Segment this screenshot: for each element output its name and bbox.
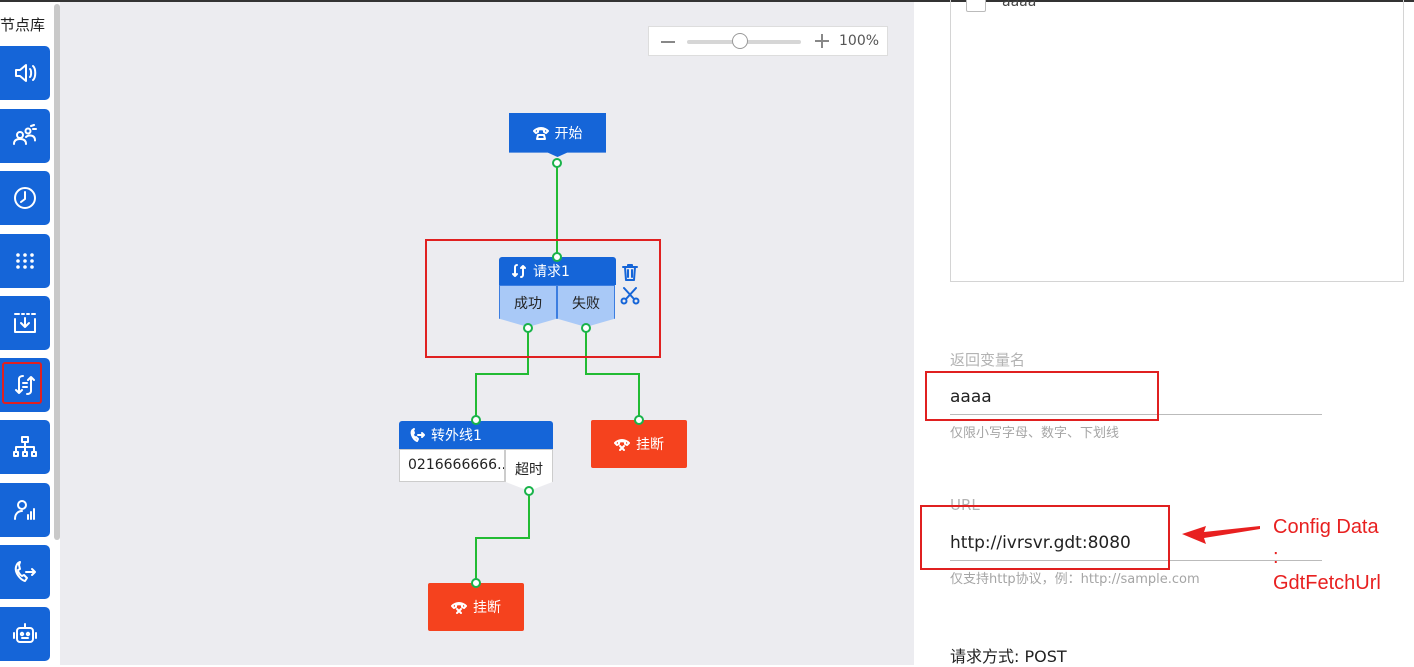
hangup-node-bottom[interactable]: 挂断 — [428, 583, 524, 631]
success-output-port[interactable] — [523, 323, 533, 333]
hangup-icon — [451, 602, 467, 614]
variable-checkbox[interactable] — [966, 0, 986, 12]
request-icon — [512, 264, 526, 278]
hangup-bottom-label: 挂断 — [473, 600, 501, 616]
cut-node-button[interactable] — [620, 286, 640, 306]
phone-icon — [532, 127, 549, 140]
timeout-branch-port[interactable]: 超时 — [505, 449, 553, 491]
annotation-line-3: GdtFetchUrl — [1273, 572, 1381, 594]
return-var-hint: 仅限小写字母、数字、下划线 — [950, 426, 1120, 441]
transfer-number: 0216666666... — [399, 449, 505, 482]
hangup-bottom-input-port[interactable] — [471, 578, 481, 588]
hangup-right-label: 挂断 — [636, 437, 664, 453]
variable-checkbox-label: aaaa — [1002, 0, 1037, 10]
success-branch-port[interactable]: 成功 — [499, 285, 557, 327]
request-input-port[interactable] — [552, 252, 562, 262]
transfer-node[interactable]: 转外线1 0216666666... 超时 — [399, 421, 553, 491]
transfer-input-port[interactable] — [471, 415, 481, 425]
variable-list-box[interactable] — [950, 0, 1404, 282]
scissors-icon — [620, 287, 640, 305]
annotation-line-1: Config Data — [1273, 516, 1379, 538]
start-node[interactable]: 开始 — [509, 113, 606, 157]
hangup-right-input-port[interactable] — [634, 415, 644, 425]
hangup-icon — [614, 439, 630, 451]
return-var-label: 返回变量名 — [950, 351, 1026, 369]
hangup-node-right[interactable]: 挂断 — [591, 420, 687, 468]
request-node-label: 请求1 — [533, 264, 570, 280]
request-method: 请求方式: POST — [950, 647, 1067, 666]
delete-node-button[interactable] — [620, 262, 640, 282]
url-highlight — [920, 505, 1170, 570]
annotation-line-2: : — [1273, 546, 1279, 568]
request-node[interactable]: 请求1 成功 失败 — [499, 257, 616, 327]
connector-timeout-hangup — [475, 491, 530, 583]
annotation-arrow-icon — [1182, 526, 1260, 544]
call-transfer-icon — [410, 428, 425, 442]
fail-output-port[interactable] — [581, 323, 591, 333]
transfer-node-label: 转外线1 — [431, 428, 482, 444]
trash-icon — [622, 264, 638, 281]
fail-branch-port[interactable]: 失败 — [557, 285, 615, 327]
start-node-label: 开始 — [554, 126, 583, 142]
timeout-output-port[interactable] — [524, 486, 534, 496]
return-var-highlight — [925, 371, 1159, 421]
url-hint: 仅支持http协议，例：http://sample.com — [950, 572, 1200, 587]
start-output-port[interactable] — [552, 158, 562, 168]
